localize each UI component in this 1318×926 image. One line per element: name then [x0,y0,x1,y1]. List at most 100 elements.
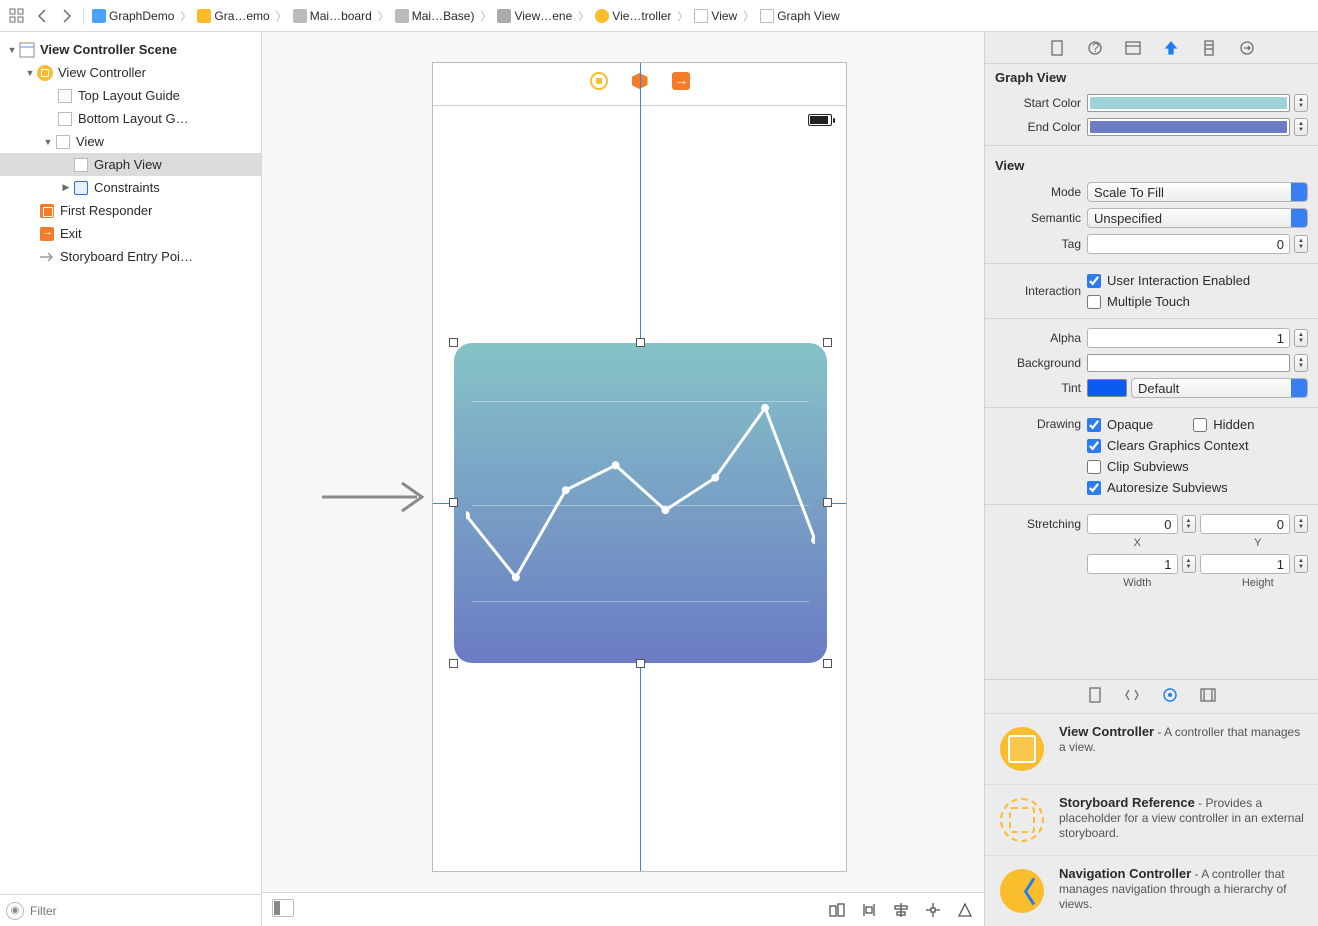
disclosure-triangle-icon[interactable]: ▼ [6,45,18,55]
resize-handle[interactable] [823,659,832,668]
canvas-toolbar [262,892,984,926]
code-snippet-tab[interactable] [1124,688,1140,705]
crumb-label: Mai…board [310,9,372,23]
entry-point-arrow-icon[interactable] [322,477,432,520]
outline-viewcontroller[interactable]: ▼ View Controller [0,61,261,84]
outline-label: View [76,134,104,149]
resize-handle[interactable] [823,338,832,347]
back-button[interactable] [31,5,53,27]
clip-subviews-checkbox[interactable]: Clip Subviews [1087,459,1189,474]
update-frames-icon[interactable] [828,901,846,919]
graph-view[interactable] [454,343,827,663]
device-frame[interactable] [432,62,847,872]
filter-scope-icon[interactable]: ◉ [6,902,24,920]
filter-input[interactable] [30,904,255,918]
outline-exit[interactable]: Exit [0,222,261,245]
outline-toggle-button[interactable] [272,899,294,917]
alpha-input[interactable]: 1 [1087,328,1290,348]
checkbox-label: Clip Subviews [1107,459,1189,474]
multiple-touch-checkbox[interactable]: Multiple Touch [1087,294,1190,309]
crumb-folder[interactable]: Gra…emo [194,7,272,25]
user-interaction-checkbox[interactable]: User Interaction Enabled [1087,273,1250,288]
outline-graphview[interactable]: Graph View [0,153,261,176]
tint-select[interactable]: Default [1131,378,1308,398]
attributes-inspector-tab[interactable] [1162,39,1180,57]
embed-stack-icon[interactable] [860,901,878,919]
canvas[interactable] [262,32,984,926]
checkbox-label: Hidden [1213,417,1254,432]
stretch-w-input[interactable]: 1 [1087,554,1178,574]
outline-bottom-layout[interactable]: Bottom Layout G… [0,107,261,130]
color-stepper[interactable]: ▲▼ [1294,94,1308,112]
crumb-scene[interactable]: View…ene [494,7,575,25]
crumb-storyboard[interactable]: Mai…board [290,7,375,25]
hidden-checkbox[interactable]: Hidden [1193,417,1254,432]
crumb-storyboard-base[interactable]: Mai…Base) [392,7,478,25]
clears-context-checkbox[interactable]: Clears Graphics Context [1087,438,1249,453]
resize-handle[interactable] [449,659,458,668]
stepper[interactable]: ▲▼ [1182,515,1196,533]
exit-dock-icon[interactable] [672,72,690,90]
library-item-storyboard-ref[interactable]: Storyboard Reference - Provides a placeh… [985,785,1318,856]
stretch-x-input[interactable]: 0 [1087,514,1178,534]
jump-bar: GraphDemo 〉 Gra…emo 〉 Mai…board 〉 Mai…Ba… [0,0,1318,32]
forward-button[interactable] [56,5,78,27]
viewcontroller-dock-icon[interactable] [590,72,608,90]
resolve-issues-icon[interactable] [956,901,974,919]
disclosure-triangle-icon[interactable]: ▶ [60,182,72,193]
crumb-project[interactable]: GraphDemo [89,7,177,25]
color-stepper[interactable]: ▲▼ [1294,354,1308,372]
input-value: 0 [1277,237,1284,252]
stepper[interactable]: ▲▼ [1294,515,1308,533]
outline-first-responder[interactable]: First Responder [0,199,261,222]
document-outline: ▼ View Controller Scene ▼ View Controlle… [0,32,262,926]
file-template-tab[interactable] [1088,687,1102,706]
checkbox-label: Clears Graphics Context [1107,438,1249,453]
crumb-graphview[interactable]: Graph View [757,7,842,25]
stepper[interactable]: ▲▼ [1294,555,1308,573]
stretch-y-input[interactable]: 0 [1200,514,1291,534]
input-value: 1 [1164,557,1171,572]
connections-inspector-tab[interactable] [1238,39,1256,57]
tag-input[interactable]: 0 [1087,234,1290,254]
opaque-checkbox[interactable]: Opaque [1087,417,1153,432]
pin-icon[interactable] [924,901,942,919]
help-inspector-tab[interactable]: ? [1086,39,1104,57]
select-value: Default [1138,381,1179,396]
background-color-well[interactable] [1087,354,1290,372]
outline-entry-point[interactable]: Storyboard Entry Poi… [0,245,261,268]
divider [985,407,1318,408]
stretch-h-input[interactable]: 1 [1200,554,1291,574]
tint-swatch[interactable] [1087,379,1127,397]
autoresize-checkbox[interactable]: Autoresize Subviews [1087,480,1228,495]
alpha-stepper[interactable]: ▲▼ [1294,329,1308,347]
crumb-view[interactable]: View [691,7,740,25]
size-inspector-tab[interactable] [1200,39,1218,57]
color-stepper[interactable]: ▲▼ [1294,118,1308,136]
tag-stepper[interactable]: ▲▼ [1294,235,1308,253]
library-item-viewcontroller[interactable]: View Controller - A controller that mana… [985,714,1318,785]
outline-label: Storyboard Entry Poi… [60,249,193,264]
align-icon[interactable] [892,901,910,919]
outline-view[interactable]: ▼ View [0,130,261,153]
disclosure-triangle-icon[interactable]: ▼ [42,137,54,147]
crumb-viewcontroller[interactable]: Vie…troller [592,7,674,25]
resize-handle[interactable] [449,338,458,347]
identity-inspector-tab[interactable] [1124,39,1142,57]
mode-select[interactable]: Scale To Fill [1087,182,1308,202]
outline-scene[interactable]: ▼ View Controller Scene [0,38,261,61]
media-library-tab[interactable] [1200,688,1216,705]
stepper[interactable]: ▲▼ [1182,555,1196,573]
related-items-icon[interactable] [6,5,28,27]
disclosure-triangle-icon[interactable]: ▼ [24,68,36,78]
start-color-well[interactable] [1087,94,1290,112]
end-color-well[interactable] [1087,118,1290,136]
outline-label: Graph View [94,157,162,172]
library-item-navcontroller[interactable]: 〈 Navigation Controller - A controller t… [985,856,1318,926]
outline-constraints[interactable]: ▶ Constraints [0,176,261,199]
object-library-tab[interactable] [1162,687,1178,706]
file-inspector-tab[interactable] [1048,39,1066,57]
outline-top-layout[interactable]: Top Layout Guide [0,84,261,107]
semantic-select[interactable]: Unspecified [1087,208,1308,228]
library-item-title: View Controller [1059,724,1154,739]
